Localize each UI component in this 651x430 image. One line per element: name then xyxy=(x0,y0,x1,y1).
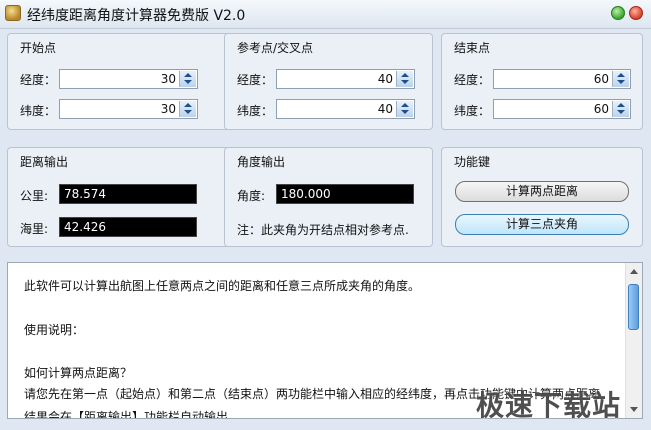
spin-down-icon[interactable] xyxy=(401,80,409,84)
instructions-line: 此软件可以计算出航图上任意两点之间的距离和任意三点所成夹角的角度。 xyxy=(24,279,421,293)
reference-latitude-spinner[interactable] xyxy=(396,101,413,117)
reference-longitude-value: 40 xyxy=(377,72,393,86)
spin-down-icon[interactable] xyxy=(617,80,625,84)
end-point-group: 结束点 经度： 60 纬度： 60 xyxy=(441,33,643,130)
spin-up-icon[interactable] xyxy=(401,103,409,107)
calc-two-point-distance-button[interactable]: 计算两点距离 xyxy=(455,181,629,202)
spin-down-icon[interactable] xyxy=(617,110,625,114)
reference-longitude-spinner[interactable] xyxy=(396,71,413,87)
reference-longitude-input[interactable]: 40 xyxy=(276,69,415,89)
calc-three-point-angle-button[interactable]: 计算三点夹角 xyxy=(455,214,629,235)
app-icon xyxy=(5,5,21,21)
spin-up-icon[interactable] xyxy=(184,73,192,77)
distance-output-group: 距离输出 公里: 78.574 海里: 42.426 xyxy=(7,147,236,247)
km-output: 78.574 xyxy=(59,184,197,204)
start-latitude-value: 30 xyxy=(160,102,176,116)
spin-down-icon[interactable] xyxy=(184,110,192,114)
end-longitude-value: 60 xyxy=(593,72,609,86)
window-title: 经纬度距离角度计算器免费版 V2.0 xyxy=(27,8,246,24)
instructions-line: 结果会在【距离输出】功能栏自动输出 xyxy=(24,410,229,419)
distance-output-title: 距离输出 xyxy=(20,155,69,169)
instructions-line: 如何计算两点距离？ xyxy=(24,366,133,380)
end-latitude-input[interactable]: 60 xyxy=(493,99,631,119)
angle-note: 注：此夹角为开结点相对参考点. xyxy=(237,223,409,237)
spin-up-icon[interactable] xyxy=(617,103,625,107)
end-latitude-value: 60 xyxy=(593,102,609,116)
spin-down-icon[interactable] xyxy=(184,80,192,84)
reference-longitude-label: 经度： xyxy=(237,73,274,87)
reference-latitude-input[interactable]: 40 xyxy=(276,99,415,119)
end-latitude-spinner[interactable] xyxy=(612,101,629,117)
start-longitude-label: 经度： xyxy=(20,73,57,87)
end-longitude-input[interactable]: 60 xyxy=(493,69,631,89)
start-latitude-label: 纬度： xyxy=(20,104,57,118)
start-longitude-input[interactable]: 30 xyxy=(59,69,198,89)
reference-point-group: 参考点/交叉点 经度： 40 纬度： 40 xyxy=(224,33,433,130)
angle-output-group: 角度输出 角度: 180.000 注：此夹角为开结点相对参考点. xyxy=(224,147,433,247)
end-longitude-spinner[interactable] xyxy=(612,71,629,87)
spin-up-icon[interactable] xyxy=(184,103,192,107)
spin-up-icon[interactable] xyxy=(617,73,625,77)
end-latitude-label: 纬度： xyxy=(454,104,491,118)
function-keys-title: 功能键 xyxy=(454,155,491,169)
angle-output: 180.000 xyxy=(276,184,414,204)
scroll-down-icon[interactable] xyxy=(630,407,638,412)
start-longitude-value: 30 xyxy=(160,72,176,86)
km-label: 公里: xyxy=(20,189,49,203)
end-point-title: 结束点 xyxy=(454,41,491,55)
vertical-scrollbar[interactable] xyxy=(625,263,642,418)
start-latitude-input[interactable]: 30 xyxy=(59,99,198,119)
start-point-group: 开始点 经度： 30 纬度： 30 xyxy=(7,33,236,130)
reference-latitude-value: 40 xyxy=(377,102,393,116)
scroll-up-icon[interactable] xyxy=(630,269,638,274)
title-bar: 经纬度距离角度计算器免费版 V2.0 xyxy=(0,0,651,29)
spin-up-icon[interactable] xyxy=(401,73,409,77)
instructions-line: 使用说明： xyxy=(24,323,85,337)
angle-label: 角度: xyxy=(237,189,266,203)
spin-down-icon[interactable] xyxy=(401,110,409,114)
watermark-logo: 极速下载站 xyxy=(476,389,622,422)
reference-point-title: 参考点/交叉点 xyxy=(237,41,314,55)
angle-output-title: 角度输出 xyxy=(237,155,286,169)
nmi-output: 42.426 xyxy=(59,217,197,237)
close-button[interactable] xyxy=(629,6,643,20)
start-longitude-spinner[interactable] xyxy=(179,71,196,87)
start-latitude-spinner[interactable] xyxy=(179,101,196,117)
start-point-title: 开始点 xyxy=(20,41,57,55)
scroll-thumb[interactable] xyxy=(628,284,639,330)
end-longitude-label: 经度： xyxy=(454,73,491,87)
function-keys-group: 功能键 计算两点距离 计算三点夹角 xyxy=(441,147,643,247)
minimize-button[interactable] xyxy=(611,6,625,20)
reference-latitude-label: 纬度： xyxy=(237,104,274,118)
nmi-label: 海里: xyxy=(20,222,49,236)
